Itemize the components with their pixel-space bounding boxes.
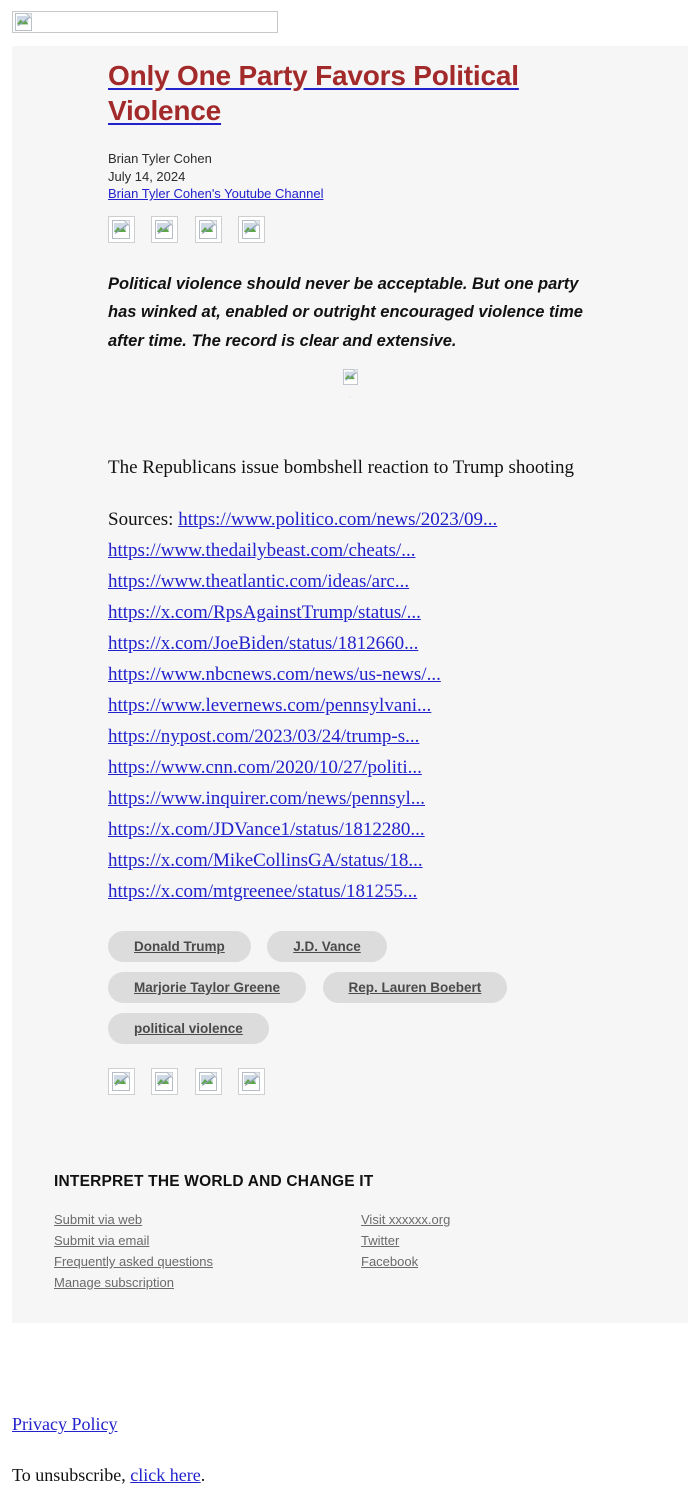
share-icon-row-bottom bbox=[108, 1068, 688, 1165]
source-link[interactable]: https://www.inquirer.com/news/pennsyl... bbox=[108, 788, 425, 809]
author-name: Brian Tyler Cohen bbox=[108, 151, 212, 166]
footer-link-faq[interactable]: Frequently asked questions bbox=[54, 1251, 361, 1272]
broken-image-icon bbox=[242, 219, 261, 239]
source-link[interactable]: https://x.com/JoeBiden/status/1812660... bbox=[108, 633, 418, 654]
source-link[interactable]: https://www.theatlantic.com/ideas/arc... bbox=[108, 571, 409, 592]
article-lede: Political violence should never be accep… bbox=[108, 274, 583, 350]
source-link[interactable]: https://www.thedailybeast.com/cheats/... bbox=[108, 540, 415, 561]
byline: Brian Tyler Cohen July 14, 2024 Brian Ty… bbox=[108, 150, 688, 203]
footer-link-visit-site[interactable]: Visit xxxxxx.org bbox=[361, 1209, 621, 1230]
unsubscribe-row: To unsubscribe, click here. bbox=[12, 1435, 700, 1486]
broken-image-icon bbox=[198, 1072, 217, 1091]
publish-date: July 14, 2024 bbox=[108, 168, 186, 184]
footer-link-submit-via-email[interactable]: Submit via email bbox=[54, 1230, 361, 1251]
unsubscribe-suffix: . bbox=[200, 1465, 206, 1485]
tag-pill[interactable]: J.D. Vance bbox=[267, 931, 387, 962]
share-button[interactable] bbox=[108, 215, 135, 243]
footer-link-twitter[interactable]: Twitter bbox=[361, 1230, 621, 1251]
share-button[interactable] bbox=[238, 215, 266, 243]
share-icon-row-top bbox=[108, 215, 688, 243]
broken-image-icon bbox=[112, 1072, 130, 1091]
broken-image-icon bbox=[342, 369, 358, 385]
legal-footer: Privacy Policy To unsubscribe, click her… bbox=[0, 1400, 700, 1486]
tag-list: Donald Trump J.D. Vance Marjorie Taylor … bbox=[108, 931, 578, 1054]
privacy-policy-row: Privacy Policy bbox=[12, 1400, 700, 1435]
footer-link-submit-via-web[interactable]: Submit via web bbox=[54, 1209, 361, 1230]
share-button[interactable] bbox=[238, 1068, 266, 1095]
footer-column-left: Submit via web Submit via email Frequent… bbox=[54, 1209, 361, 1293]
share-button[interactable] bbox=[194, 1068, 222, 1095]
tag-pill[interactable]: Rep. Lauren Boebert bbox=[322, 972, 508, 1003]
share-button[interactable] bbox=[151, 1068, 179, 1095]
share-button[interactable] bbox=[194, 215, 222, 243]
broken-image-icon bbox=[112, 219, 130, 239]
page-title[interactable]: Only One Party Favors Political Violence bbox=[108, 46, 588, 128]
source-channel-link[interactable]: Brian Tyler Cohen's Youtube Channel bbox=[108, 186, 323, 201]
source-link[interactable]: https://x.com/MikeCollinsGA/status/18... bbox=[108, 850, 423, 871]
unsubscribe-prefix: To unsubscribe, bbox=[12, 1465, 131, 1485]
source-link[interactable]: https://x.com/mtgreenee/status/181255... bbox=[108, 881, 417, 902]
newsletter-footer: INTERPRET THE WORLD AND CHANGE IT Submit… bbox=[12, 1165, 688, 1323]
share-button[interactable] bbox=[108, 1068, 135, 1095]
hero-image-container: , bbox=[108, 369, 688, 400]
newsletter-footer-title: INTERPRET THE WORLD AND CHANGE IT bbox=[54, 1173, 374, 1190]
tag-pill[interactable]: Donald Trump bbox=[108, 931, 251, 962]
article-body-heading: The Republicans issue bombshell reaction… bbox=[108, 457, 574, 478]
source-link[interactable]: https://www.levernews.com/pennsylvani... bbox=[108, 695, 431, 716]
source-link[interactable]: https://www.nbcnews.com/news/us-news/... bbox=[108, 664, 441, 685]
sources-label: Sources: bbox=[108, 509, 174, 530]
unsubscribe-link[interactable]: click here bbox=[130, 1465, 200, 1485]
broken-image-icon bbox=[198, 219, 217, 239]
broken-image-icon bbox=[155, 1072, 174, 1091]
tag-pill[interactable]: political violence bbox=[108, 1013, 269, 1044]
sources-list: Sources: https://www.politico.com/news/2… bbox=[108, 504, 608, 907]
hero-image-caption: , bbox=[349, 393, 351, 399]
broken-image-icon bbox=[155, 219, 174, 239]
footer-link-manage-subscription[interactable]: Manage subscription bbox=[54, 1272, 361, 1293]
broken-image-icon bbox=[15, 13, 32, 31]
article-card: Only One Party Favors Political Violence… bbox=[12, 46, 688, 1323]
source-link[interactable]: https://x.com/JDVance1/status/1812280... bbox=[108, 819, 425, 840]
share-button[interactable] bbox=[151, 215, 179, 243]
privacy-policy-link[interactable]: Privacy Policy bbox=[12, 1414, 118, 1434]
source-link[interactable]: https://x.com/RpsAgainstTrump/status/... bbox=[108, 602, 421, 623]
tag-pill[interactable]: Marjorie Taylor Greene bbox=[108, 972, 307, 1003]
header-banner-image-box[interactable] bbox=[12, 11, 278, 33]
source-link[interactable]: https://www.cnn.com/2020/10/27/politi... bbox=[108, 757, 422, 778]
source-link[interactable]: https://www.politico.com/news/2023/09... bbox=[178, 509, 497, 530]
source-link[interactable]: https://nypost.com/2023/03/24/trump-s... bbox=[108, 726, 419, 747]
broken-image-icon bbox=[242, 1072, 261, 1091]
footer-column-right: Visit xxxxxx.org Twitter Facebook bbox=[361, 1209, 621, 1293]
newsletter-footer-links: Submit via web Submit via email Frequent… bbox=[54, 1209, 688, 1293]
footer-link-facebook[interactable]: Facebook bbox=[361, 1251, 621, 1272]
